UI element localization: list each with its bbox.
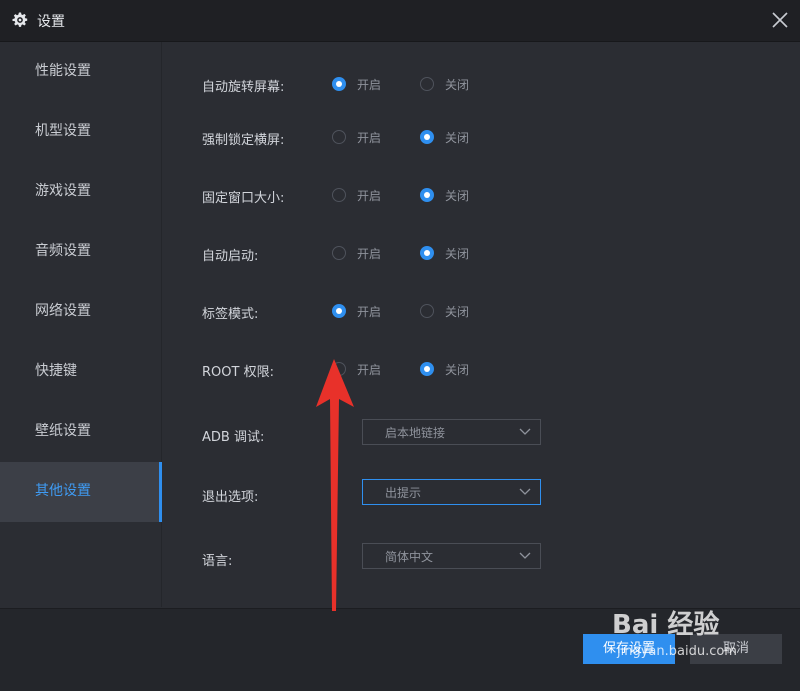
setting-label: ADB 调试:	[202, 430, 265, 445]
exit-option-select[interactable]: 出提示	[362, 479, 541, 505]
select-value: 出提示	[385, 486, 422, 500]
sidebar-item-shortcuts[interactable]: 快捷键	[0, 342, 161, 402]
radio-dot	[332, 246, 346, 260]
radio-label: 关闭	[445, 305, 470, 319]
sidebar-item-game[interactable]: 游戏设置	[0, 162, 161, 222]
radio-dot	[420, 246, 434, 260]
radio-dot	[332, 188, 346, 202]
setting-label: 自动旋转屏幕:	[202, 80, 285, 95]
chevron-down-icon	[519, 428, 531, 435]
radio-label: 开启	[357, 131, 382, 145]
sidebar-item-other[interactable]: 其他设置	[0, 462, 162, 522]
sidebar-item-audio[interactable]: 音频设置	[0, 222, 161, 282]
setting-label: 固定窗口大小:	[202, 191, 285, 206]
language-select[interactable]: 简体中文	[362, 543, 541, 569]
save-settings-button[interactable]: 保存设置	[583, 634, 675, 664]
gear-icon	[12, 12, 28, 27]
adb-select[interactable]: 启本地链接	[362, 419, 541, 445]
radio-label: 开启	[357, 78, 382, 92]
title-bar: 设置	[0, 0, 800, 42]
radio-label: 开启	[357, 247, 382, 261]
radio-dot	[332, 304, 346, 318]
setting-label: ROOT 权限:	[202, 365, 274, 380]
sidebar-item-device-model[interactable]: 机型设置	[0, 102, 161, 162]
radio-label: 关闭	[445, 78, 470, 92]
radio-label: 关闭	[445, 189, 470, 203]
setting-label: 自动启动:	[202, 249, 259, 264]
setting-label: 退出选项:	[202, 490, 259, 505]
sidebar-item-network[interactable]: 网络设置	[0, 282, 161, 342]
radio-dot	[420, 362, 434, 376]
radio-dot	[420, 188, 434, 202]
close-icon[interactable]	[770, 10, 790, 30]
radio-dot	[332, 130, 346, 144]
radio-label: 开启	[357, 189, 382, 203]
radio-dot	[332, 362, 346, 376]
sidebar-item-wallpaper[interactable]: 壁纸设置	[0, 402, 161, 462]
radio-dot	[332, 77, 346, 91]
radio-label: 关闭	[445, 131, 470, 145]
chevron-down-icon	[519, 488, 531, 495]
chevron-down-icon	[519, 552, 531, 559]
setting-label: 强制锁定横屏:	[202, 133, 285, 148]
radio-label: 开启	[357, 363, 382, 377]
radio-dot	[420, 77, 434, 91]
settings-panel: 自动旋转屏幕: 开启 关闭 强制锁定横屏: 开启 关闭 固定窗口大小: 开启 关…	[162, 42, 800, 607]
settings-sidebar: 性能设置 机型设置 游戏设置 音频设置 网络设置 快捷键 壁纸设置 其他设置	[0, 42, 162, 607]
setting-label: 语言:	[202, 554, 233, 569]
radio-dot	[420, 304, 434, 318]
select-value: 启本地链接	[385, 426, 446, 440]
radio-dot	[420, 130, 434, 144]
sidebar-item-performance[interactable]: 性能设置	[0, 42, 161, 102]
radio-label: 开启	[357, 305, 382, 319]
radio-label: 关闭	[445, 363, 470, 377]
cancel-button[interactable]: 取消	[690, 634, 782, 664]
select-value: 简体中文	[385, 550, 434, 564]
setting-label: 标签模式:	[202, 307, 259, 322]
window-title: 设置	[37, 14, 65, 30]
radio-label: 关闭	[445, 247, 470, 261]
dialog-footer: 保存设置 取消	[0, 608, 800, 691]
